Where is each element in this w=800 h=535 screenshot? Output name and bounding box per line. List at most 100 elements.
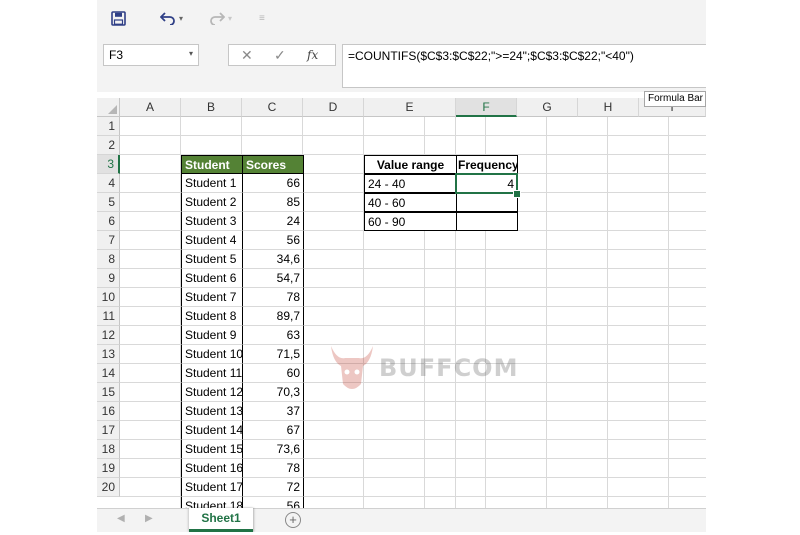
student-name-cell[interactable]: Student 18 [181, 497, 243, 508]
select-all-button[interactable] [97, 98, 120, 117]
row-header-16[interactable]: 16 [97, 402, 120, 421]
row-header-11[interactable]: 11 [97, 307, 120, 326]
score-cell[interactable]: 73,6 [242, 440, 304, 459]
student-name-cell[interactable]: Student 8 [181, 307, 243, 326]
enter-icon[interactable]: ✓ [274, 47, 286, 64]
score-cell[interactable]: 72 [242, 478, 304, 497]
formula-bar: F3 ▾ ✕ ✓ fx =COUNTIFS($C$3:$C$22;">=24";… [97, 36, 706, 92]
buffcom-watermark: BUFFCOM [327, 340, 517, 398]
row-header-18[interactable]: 18 [97, 440, 120, 459]
row-header-13[interactable]: 13 [97, 345, 120, 364]
value-range-cell[interactable]: 60 - 90 [364, 212, 457, 231]
score-cell[interactable]: 37 [242, 402, 304, 421]
customize-toolbar-icon[interactable]: ≡ [259, 8, 265, 28]
cancel-icon[interactable]: ✕ [241, 47, 253, 64]
fill-handle[interactable] [513, 190, 521, 198]
student-name-cell[interactable]: Student 14 [181, 421, 243, 440]
active-cell-f3[interactable] [455, 173, 518, 194]
student-name-cell[interactable]: Student 15 [181, 440, 243, 459]
score-cell[interactable]: 63 [242, 326, 304, 345]
redo-dropdown-icon[interactable]: ▾ [228, 14, 232, 23]
score-cell[interactable]: 24 [242, 212, 304, 231]
row-header-14[interactable]: 14 [97, 364, 120, 383]
name-box-value: F3 [109, 48, 124, 62]
student-name-cell[interactable]: Student 2 [181, 193, 243, 212]
column-header-d[interactable]: D [303, 98, 364, 117]
score-cell[interactable]: 78 [242, 459, 304, 478]
score-cell[interactable]: 70,3 [242, 383, 304, 402]
row-header-6[interactable]: 6 [97, 212, 120, 231]
student-name-cell[interactable]: Student 17 [181, 478, 243, 497]
student-name-cell[interactable]: Student 13 [181, 402, 243, 421]
name-box[interactable]: F3 ▾ [103, 44, 199, 66]
bull-logo-icon [331, 346, 373, 389]
spreadsheet-grid: A B C D E F G H I 1 2 3 4 5 6 7 8 9 10 11 12 13 14 15 1… [97, 98, 706, 508]
score-cell[interactable]: 60 [242, 364, 304, 383]
row-header-8[interactable]: 8 [97, 250, 120, 269]
student-name-cell[interactable]: Student 12 [181, 383, 243, 402]
column-header-h[interactable]: H [578, 98, 639, 117]
student-name-cell[interactable]: Student 10 [181, 345, 243, 364]
frequency-header[interactable]: Frequency [456, 155, 518, 174]
column-header-b[interactable]: B [181, 98, 242, 117]
student-name-cell[interactable]: Student 3 [181, 212, 243, 231]
row-header-15[interactable]: 15 [97, 383, 120, 402]
value-range-cell[interactable]: 40 - 60 [364, 193, 457, 212]
undo-button[interactable]: ▾ [160, 8, 183, 28]
undo-dropdown-icon[interactable]: ▾ [179, 14, 183, 23]
row-header-7[interactable]: 7 [97, 231, 120, 250]
add-sheet-button[interactable]: + [285, 512, 301, 528]
row-header-4[interactable]: 4 [97, 174, 120, 193]
column-header-g[interactable]: G [517, 98, 578, 117]
score-cell[interactable]: 85 [242, 193, 304, 212]
row-header-20[interactable]: 20 [97, 478, 120, 497]
row-header-2[interactable]: 2 [97, 136, 120, 155]
student-name-cell[interactable]: Student 7 [181, 288, 243, 307]
redo-button[interactable]: ▾ [209, 8, 232, 28]
row-header-5[interactable]: 5 [97, 193, 120, 212]
formula-text: =COUNTIFS($C$3:$C$22;">=24";$C$3:$C$22;"… [348, 49, 634, 63]
row-header-10[interactable]: 10 [97, 288, 120, 307]
row-header-3[interactable]: 3 [97, 155, 120, 174]
row-header-19[interactable]: 19 [97, 459, 120, 478]
score-cell[interactable]: 89,7 [242, 307, 304, 326]
student-name-cell[interactable]: Student 11 [181, 364, 243, 383]
save-button[interactable] [111, 8, 126, 28]
value-range-header[interactable]: Value range [364, 155, 457, 174]
student-name-cell[interactable]: Student 16 [181, 459, 243, 478]
frequency-cell[interactable] [456, 193, 518, 212]
value-range-cell[interactable]: 24 - 40 [364, 174, 457, 193]
score-cell[interactable]: 71,5 [242, 345, 304, 364]
score-cell[interactable]: 34,6 [242, 250, 304, 269]
score-cell[interactable]: 67 [242, 421, 304, 440]
student-name-cell[interactable]: Student 6 [181, 269, 243, 288]
score-cell[interactable]: 56 [242, 231, 304, 250]
score-cell[interactable]: 56 [242, 497, 304, 508]
formula-input[interactable]: =COUNTIFS($C$3:$C$22;">=24";$C$3:$C$22;"… [342, 44, 706, 88]
score-cell[interactable]: 54,7 [242, 269, 304, 288]
column-header-e[interactable]: E [364, 98, 456, 117]
frequency-cell[interactable] [456, 212, 518, 231]
row-header-17[interactable]: 17 [97, 421, 120, 440]
column-header-a[interactable]: A [120, 98, 181, 117]
scroll-left-icon[interactable]: ◀ [117, 513, 125, 524]
name-box-dropdown-icon[interactable]: ▾ [189, 49, 193, 58]
scroll-right-icon[interactable]: ▶ [145, 513, 153, 524]
score-cell[interactable]: 66 [242, 174, 304, 193]
sheet-tab-sheet1[interactable]: Sheet1 [189, 508, 253, 532]
insert-function-icon[interactable]: fx [307, 48, 318, 62]
formula-bar-tooltip: Formula Bar [644, 91, 706, 107]
column-header-c[interactable]: C [242, 98, 303, 117]
student-header[interactable]: Student [181, 155, 243, 174]
student-name-cell[interactable]: Student 5 [181, 250, 243, 269]
row-header-9[interactable]: 9 [97, 269, 120, 288]
student-name-cell[interactable]: Student 1 [181, 174, 243, 193]
scores-header[interactable]: Scores [242, 155, 304, 174]
row-header-1[interactable]: 1 [97, 117, 120, 136]
row-header-12[interactable]: 12 [97, 326, 120, 345]
cell-area[interactable]: Student Scores Student 1 66 Student 2 85 Stu… [120, 117, 706, 508]
student-name-cell[interactable]: Student 4 [181, 231, 243, 250]
score-cell[interactable]: 78 [242, 288, 304, 307]
student-name-cell[interactable]: Student 9 [181, 326, 243, 345]
column-header-f[interactable]: F [456, 98, 517, 117]
